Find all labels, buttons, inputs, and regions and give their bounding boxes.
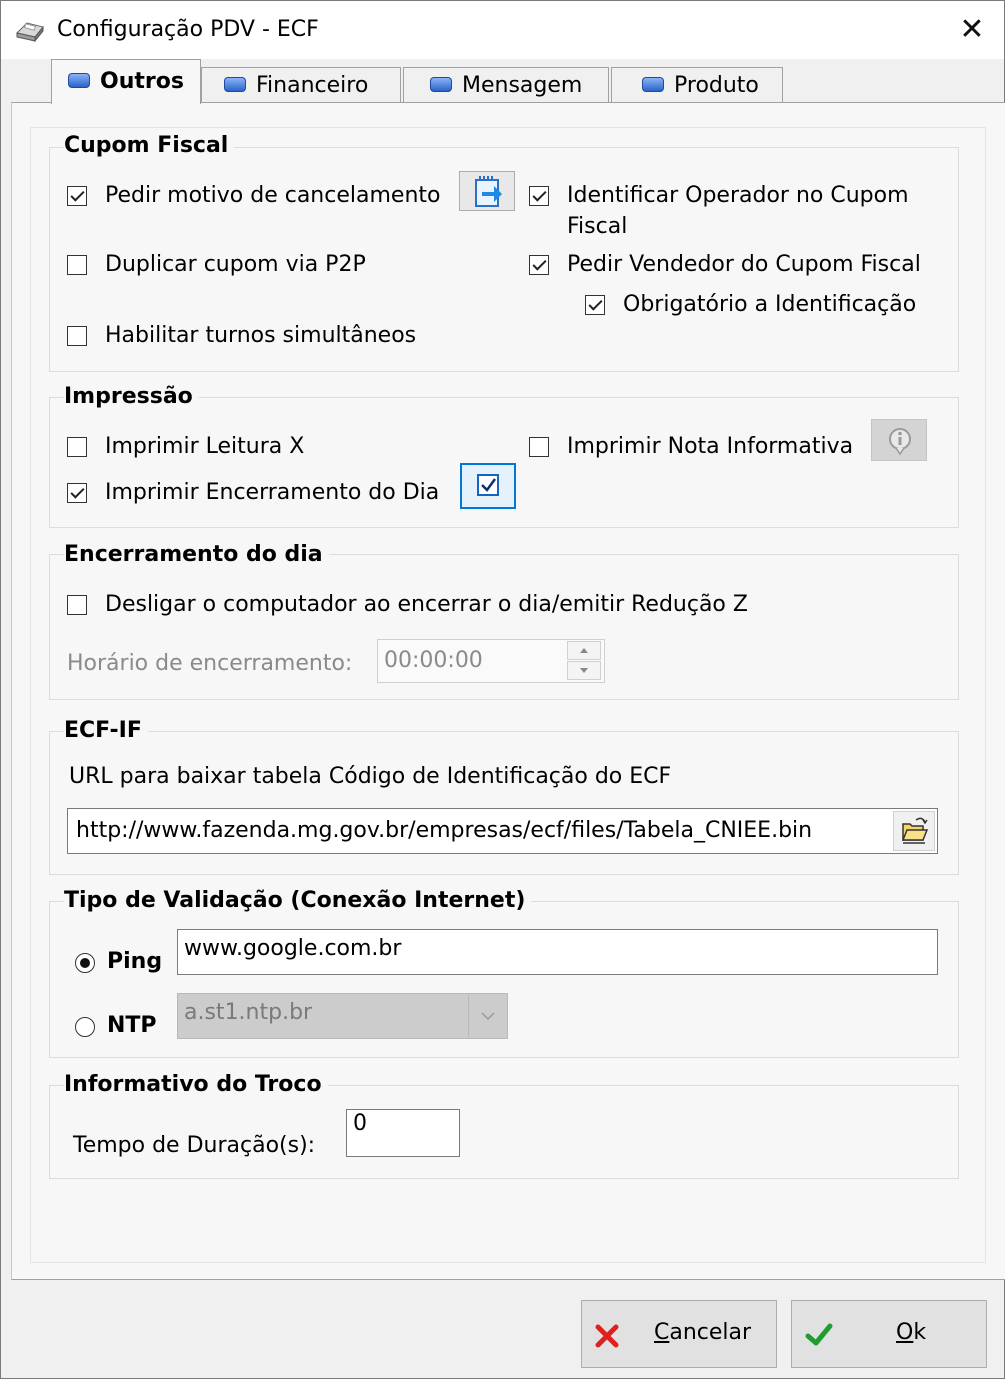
group-title-informativo-troco: Informativo do Troco — [64, 1072, 328, 1097]
tab-icon — [68, 72, 90, 88]
group-title-impressao: Impressão — [64, 384, 199, 409]
checkbox-label: Identificar Operador no Cupom — [567, 183, 909, 208]
url-label: URL para baixar tabela Código de Identif… — [69, 764, 672, 789]
checkbox-label: Imprimir Nota Informativa — [567, 434, 854, 459]
cancel-button[interactable]: Cancelar — [581, 1300, 777, 1368]
checkbox-label: Obrigatório a Identificação — [623, 292, 917, 317]
tab-label: Outros — [100, 69, 184, 94]
checkbox-box[interactable] — [67, 326, 87, 346]
ntp-server-select[interactable]: a.st1.ntp.br — [177, 993, 508, 1039]
checkbox-label: Imprimir Encerramento do Dia — [105, 480, 440, 505]
info-icon — [889, 428, 911, 456]
horario-value: 00:00:00 — [384, 648, 483, 673]
ping-host-input[interactable]: www.google.com.br — [177, 929, 938, 975]
checkbox-label: Pedir motivo de cancelamento — [105, 183, 441, 208]
tab-financeiro[interactable]: Financeiro — [201, 67, 401, 103]
checkbox-label: Desligar o computador ao encerrar o dia/… — [105, 592, 748, 617]
radio-ping[interactable] — [75, 953, 95, 973]
url-field[interactable]: http://www.fazenda.mg.gov.br/empresas/ec… — [67, 808, 938, 854]
tab-icon — [642, 76, 664, 92]
open-folder-button[interactable] — [893, 811, 935, 851]
spin-down-button[interactable] — [567, 661, 601, 680]
tab-icon — [224, 76, 246, 92]
checkbox-label: Pedir Vendedor do Cupom Fiscal — [567, 252, 921, 277]
radio-ping-label[interactable]: Ping — [107, 949, 162, 974]
duracao-value: 0 — [353, 1111, 367, 1136]
radio-ntp-label[interactable]: NTP — [107, 1013, 157, 1038]
checkbox-label: Duplicar cupom via P2P — [105, 252, 366, 277]
checkmark-icon — [805, 1323, 833, 1346]
checkbox-box[interactable] — [67, 186, 87, 206]
motivo-config-button[interactable] — [459, 171, 515, 211]
tab-label: Produto — [674, 73, 759, 98]
duracao-input[interactable]: 0 — [346, 1109, 460, 1157]
cancel-label: Cancelar — [654, 1320, 752, 1345]
window-title: Configuração PDV - ECF — [57, 17, 319, 42]
document-arrow-icon — [475, 176, 502, 207]
tab-icon — [430, 76, 452, 92]
ok-label: Ok — [896, 1320, 927, 1345]
encerramento-config-button[interactable] — [460, 463, 516, 509]
checkbox-box[interactable] — [529, 186, 549, 206]
ntp-dropdown-button[interactable] — [468, 995, 507, 1037]
checkbox-label: Habilitar turnos simultâneos — [105, 323, 417, 348]
group-title-cupom-fiscal: Cupom Fiscal — [64, 133, 235, 158]
close-icon: ✕ — [959, 12, 985, 47]
group-informativo-troco — [49, 1085, 959, 1179]
tab-strip: Outros Financeiro Mensagem Produto — [11, 59, 1001, 104]
close-button[interactable]: ✕ — [940, 1, 1004, 59]
nota-informativa-config-button[interactable] — [871, 419, 927, 461]
tab-label: Mensagem — [462, 73, 583, 98]
chevron-down-icon — [481, 1012, 495, 1021]
checkbox-box[interactable] — [529, 255, 549, 275]
tab-produto[interactable]: Produto — [611, 67, 783, 103]
group-title-tipo-validacao: Tipo de Validação (Conexão Internet) — [64, 888, 532, 913]
close-x-icon — [595, 1324, 619, 1348]
group-title-encerramento-dia: Encerramento do dia — [64, 542, 329, 567]
url-value: http://www.fazenda.mg.gov.br/empresas/ec… — [76, 818, 813, 843]
checkbox-label: Imprimir Leitura X — [105, 434, 305, 459]
ok-button[interactable]: Ok — [791, 1300, 987, 1368]
tab-label: Financeiro — [256, 73, 369, 98]
horario-spinner[interactable] — [567, 641, 603, 681]
checkbox-box[interactable] — [67, 255, 87, 275]
group-title-ecf-if: ECF-IF — [64, 718, 148, 743]
chevron-up-icon — [580, 648, 588, 653]
printer-icon — [16, 22, 44, 43]
config-window: Configuração PDV - ECF ✕ Outros Financei… — [0, 0, 1005, 1379]
ntp-server-value: a.st1.ntp.br — [184, 1000, 313, 1025]
spin-up-button[interactable] — [567, 641, 601, 660]
checkbox-box[interactable] — [67, 437, 87, 457]
tab-outros[interactable]: Outros — [51, 59, 201, 104]
checkbox-box[interactable] — [67, 483, 87, 503]
checkbox-label-continuation: Fiscal — [567, 214, 628, 239]
tab-mensagem[interactable]: Mensagem — [403, 67, 609, 103]
horario-label: Horário de encerramento: — [67, 651, 353, 676]
duracao-label: Tempo de Duração(s): — [73, 1133, 316, 1158]
open-folder-icon — [901, 817, 929, 844]
checked-box-icon — [477, 474, 499, 496]
checkbox-box[interactable] — [585, 295, 605, 315]
radio-ntp[interactable] — [75, 1017, 95, 1037]
ping-host-value: www.google.com.br — [184, 936, 402, 961]
chevron-down-icon — [580, 668, 588, 673]
checkbox-box[interactable] — [529, 437, 549, 457]
checkbox-box[interactable] — [67, 595, 87, 615]
title-bar: Configuração PDV - ECF ✕ — [1, 1, 1004, 59]
